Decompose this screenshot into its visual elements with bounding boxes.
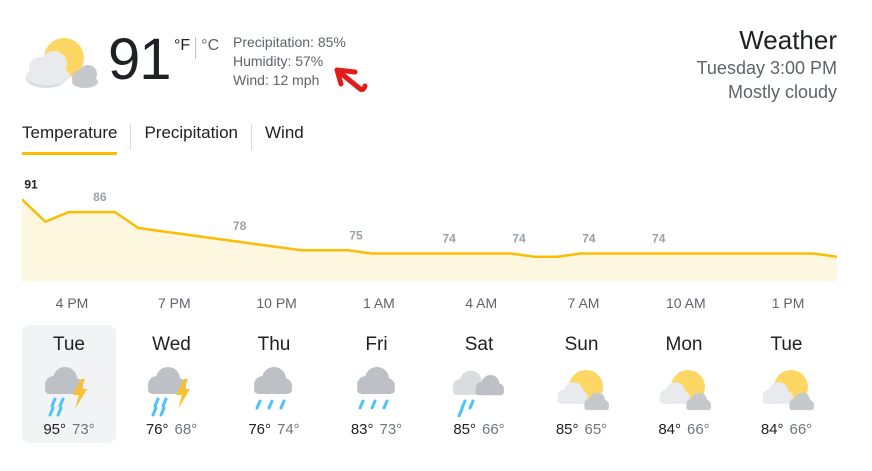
forecast-temps: 85° 65° [535,421,629,438]
partly-cloudy-icon [762,370,814,411]
forecast-low-temp: 74° [277,421,300,438]
chart-data-label: 74 [582,232,596,246]
chart-data-label: 74 [512,232,526,246]
partly-cloudy-icon [557,370,609,411]
datetime-text: Tuesday 3:00 PM [696,58,837,78]
tab-wind[interactable]: Wind [265,119,304,155]
forecast-low-temp: 73° [72,421,95,438]
forecast-high-temp: 85° [453,421,476,438]
forecast-temps: 83° 73° [330,421,424,438]
chart-data-label: 86 [93,190,107,204]
forecast-day-fri[interactable]: Fri 83° 73° [330,325,424,443]
fahrenheit-button[interactable]: °F [172,37,192,55]
time-tick-label: 4 AM [465,295,498,311]
time-tick-label: 4 PM [55,295,89,311]
current-details: Precipitation: 85% Humidity: 57% Wind: 1… [233,33,346,90]
forecast-temps: 76° 68° [125,421,219,438]
time-tick-label: 1 PM [771,295,805,311]
forecast-day-sat[interactable]: Sat 85° 66° [432,325,526,443]
forecast-high-temp: 84° [760,421,784,438]
forecast-high-temp: 76° [145,421,169,438]
time-tick-label: 10 AM [665,295,706,311]
unit-toggle: °F °C [172,37,221,59]
forecast-low-temp: 68° [174,421,198,438]
forecast-high-temp: 76° [248,421,271,438]
rain-icon [356,367,395,410]
partly-cloudy-icon [26,38,98,88]
forecast-day-label: Tue [52,334,86,355]
tab-divider [251,124,252,150]
thunderstorm-rain-icon [147,367,190,417]
forecast-high-temp: 83° [350,421,374,438]
current-temperature: 91 [108,27,172,92]
chart-data-label: 75 [349,228,363,242]
chart-data-label: 74 [652,232,666,246]
forecast-day-label: Tue [770,334,803,355]
time-tick-label: 10 PM [256,295,297,311]
forecast-day-label: Thu [257,334,291,355]
daily-forecast: Tue 95° 73° Wed 76° 68° Thu 76° 74° Fri 83° 73° Sat 8… [22,325,852,445]
scattered-showers-icon [452,370,504,417]
forecast-day-tue[interactable]: Tue 95° 73° [22,325,116,443]
red-arrow-annotation [334,67,368,93]
forecast-day-sun[interactable]: Sun 85° 65° [535,325,629,443]
forecast-day-label: Fri [365,334,388,355]
forecast-low-temp: 66° [687,421,710,438]
condition-text: Mostly cloudy [727,82,837,102]
precipitation-text: Precipitation: 85% [233,34,346,50]
celsius-button[interactable]: °C [199,37,221,55]
time-tick-label: 1 AM [362,295,395,311]
temperature-chart: 91 86 78 75 74 74 74 74 [22,177,837,281]
time-tick-label: 7 AM [567,295,600,311]
forecast-day-label: Sun [564,334,599,355]
forecast-temps: 84° 66° [740,421,834,438]
forecast-low-temp: 73° [379,421,403,438]
forecast-high-temp: 84° [658,421,681,438]
forecast-temps: 95° 73° [22,421,116,438]
chart-area-fill [22,199,837,281]
forecast-day-tue[interactable]: Tue 84° 66° [740,325,834,443]
tab-divider [130,124,132,150]
forecast-day-label: Sat [464,334,494,355]
forecast-day-thu[interactable]: Thu 76° 74° [227,325,321,443]
chart-data-label: 78 [233,219,247,233]
forecast-day-wed[interactable]: Wed 76° 68° [125,325,219,443]
humidity-text: Humidity: 57% [233,53,324,69]
weather-header: Weather Tuesday 3:00 PM Mostly cloudy [697,24,837,104]
forecast-low-temp: 66° [482,421,505,438]
tab-temperature[interactable]: Temperature [22,119,118,155]
rain-icon [254,367,292,410]
forecast-high-temp: 85° [555,421,579,438]
chart-data-label: 91 [24,177,38,191]
weather-title: Weather [739,25,837,55]
forecast-day-mon[interactable]: Mon 84° 66° [637,325,731,443]
forecast-temps: 76° 74° [227,421,321,438]
partly-cloudy-icon [659,370,711,411]
forecast-low-temp: 65° [584,421,608,438]
forecast-low-temp: 66° [789,421,813,438]
forecast-temps: 84° 66° [637,421,731,438]
forecast-high-temp: 95° [43,421,66,438]
tab-precipitation[interactable]: Precipitation [144,119,238,155]
unit-separator [195,37,197,59]
forecast-day-label: Wed [152,334,191,355]
forecast-temps: 85° 66° [432,421,526,438]
tab-bar: Temperature Precipitation Wind [22,119,304,155]
forecast-day-label: Mon [665,334,703,355]
wind-text: Wind: 12 mph [233,72,320,88]
chart-data-label: 74 [442,232,456,246]
time-tick-label: 7 PM [157,295,191,311]
thunderstorm-rain-icon [45,367,87,417]
time-axis: 4 PM 7 PM 10 PM 1 AM 4 AM 7 AM 10 AM 1 PM [22,292,837,312]
